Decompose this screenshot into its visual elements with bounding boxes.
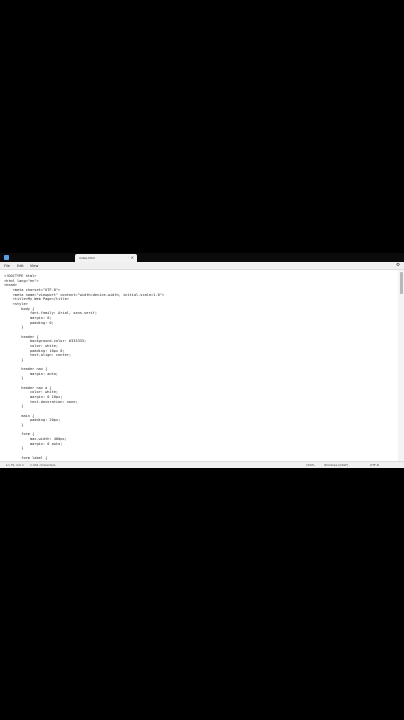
status-bar: Ln 75, Col 1 1,341 characters 100% Windo… — [0, 461, 404, 468]
zoom-level[interactable]: 100% — [306, 463, 315, 467]
window-tab[interactable]: index.html × — [75, 254, 137, 262]
screen: index.html × File Edit View ⚙ <!DOCTYPE … — [0, 0, 404, 720]
character-count: 1,341 characters — [30, 463, 56, 468]
taskbar: index.html × — [0, 253, 404, 262]
code-content[interactable]: <!DOCTYPE html> <html lang="en"> <head> … — [0, 270, 398, 460]
line-ending[interactable]: Windows (CRLF) — [324, 463, 348, 467]
gear-icon[interactable]: ⚙ — [396, 263, 400, 268]
vertical-scrollbar[interactable] — [398, 270, 404, 461]
menu-file[interactable]: File — [4, 264, 10, 268]
cursor-position: Ln 75, Col 1 — [6, 463, 24, 468]
editor-window: File Edit View ⚙ <!DOCTYPE html> <html l… — [0, 262, 404, 468]
menu-edit[interactable]: Edit — [17, 264, 24, 268]
close-icon[interactable]: × — [131, 255, 134, 260]
menu-bar: File Edit View ⚙ — [0, 262, 404, 270]
menu-view[interactable]: View — [30, 264, 38, 268]
notepad-icon[interactable] — [4, 255, 9, 260]
scroll-thumb[interactable] — [400, 272, 403, 294]
window-tab-title: index.html — [79, 256, 95, 260]
text-editor[interactable]: <!DOCTYPE html> <html lang="en"> <head> … — [0, 270, 398, 461]
encoding[interactable]: UTF-8 — [370, 463, 379, 467]
